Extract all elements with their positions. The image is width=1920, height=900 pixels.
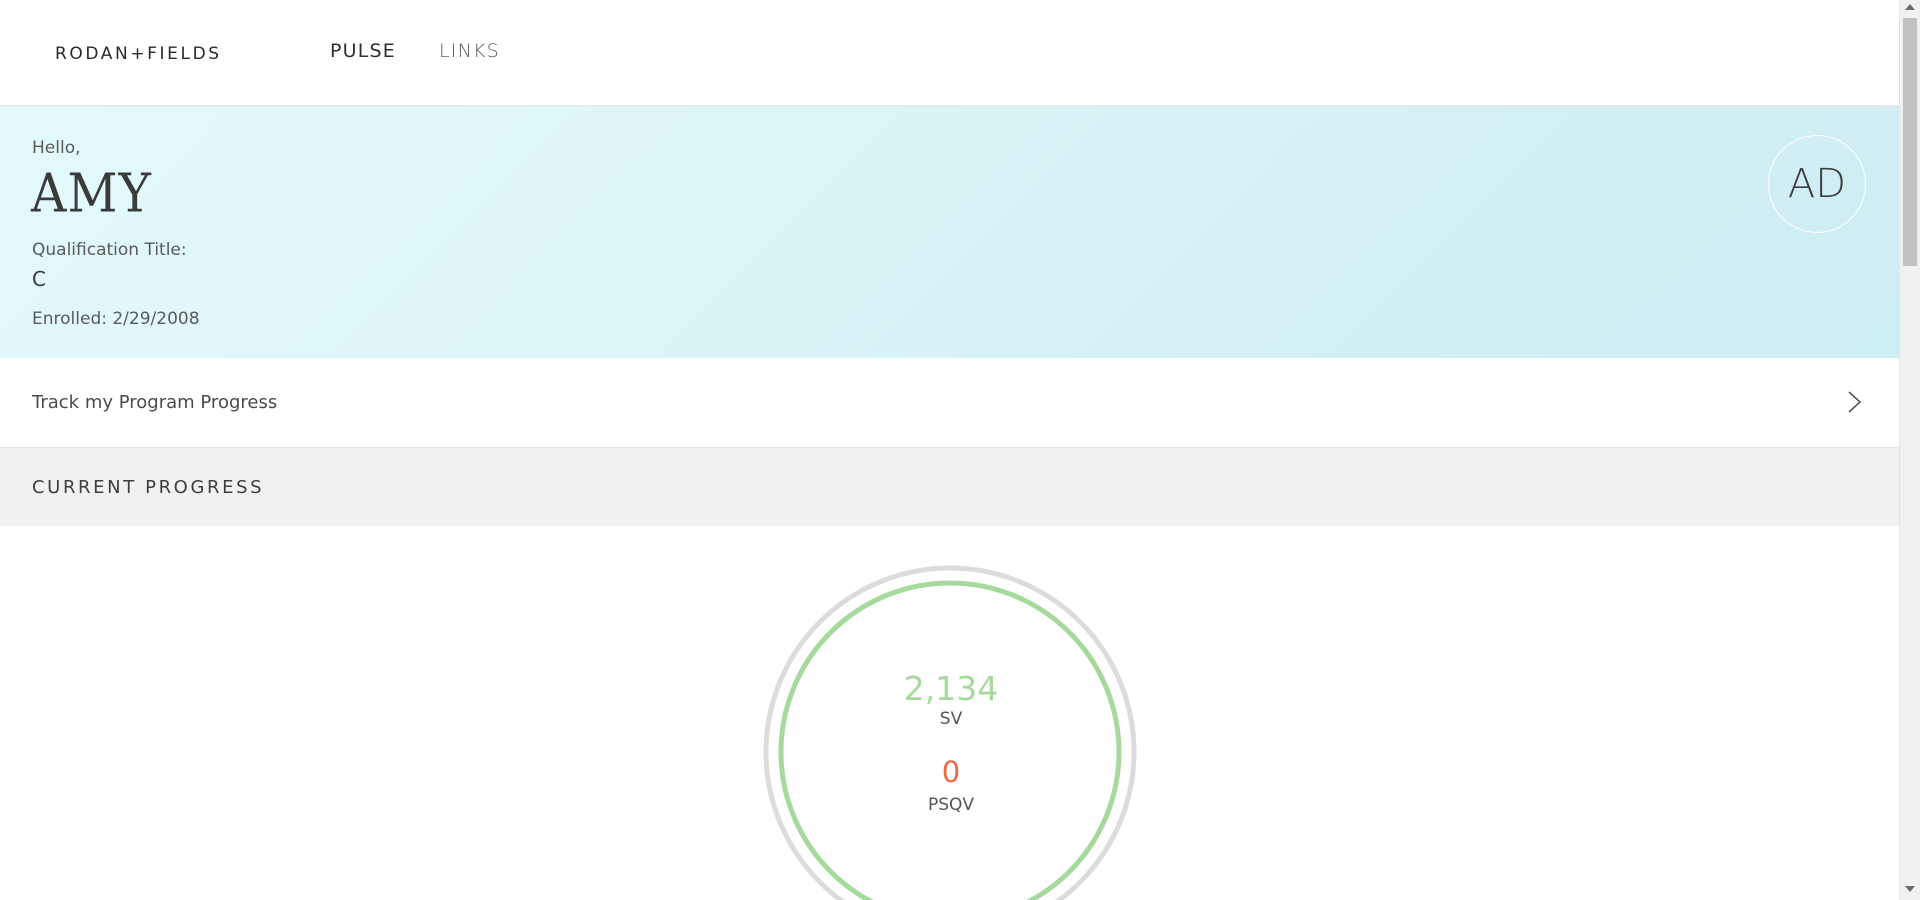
greeting-text: Hello, — [32, 138, 81, 158]
track-program-progress-link[interactable]: Track my Program Progress — [0, 358, 1899, 448]
progress-ring-track — [763, 565, 1137, 900]
qualification-title-value: C — [32, 267, 46, 291]
user-name: AMY — [31, 163, 152, 225]
scroll-down-arrow-icon[interactable] — [1905, 886, 1915, 892]
current-progress-header: CURRENT PROGRESS — [0, 448, 1899, 526]
psqv-value: 0 — [941, 755, 961, 789]
main-content: RODAN+FIELDS PULSE LINKS Hello, AMY Qual… — [0, 0, 1899, 900]
avatar[interactable]: AD — [1768, 135, 1866, 233]
nav-item-pulse[interactable]: PULSE — [330, 40, 396, 62]
brand-logo[interactable]: RODAN+FIELDS — [55, 44, 222, 64]
profile-hero-banner: Hello, AMY Qualification Title: C Enroll… — [0, 107, 1899, 358]
current-progress-title: CURRENT PROGRESS — [32, 477, 265, 498]
top-navigation-bar: RODAN+FIELDS PULSE LINKS — [0, 0, 1899, 107]
progress-ring-sv-arc — [778, 580, 1122, 900]
sv-value: 2,134 — [903, 669, 999, 708]
psqv-label: PSQV — [927, 795, 975, 815]
page: RODAN+FIELDS PULSE LINKS Hello, AMY Qual… — [0, 0, 1920, 900]
sv-label: SV — [939, 709, 963, 729]
avatar-initials: AD — [1787, 161, 1847, 207]
nav-item-links[interactable]: LINKS — [439, 40, 500, 62]
current-progress-panel: 2,134 SV 0 PSQV — [0, 526, 1899, 900]
progress-ring — [763, 565, 1137, 900]
qualification-title-label: Qualification Title: — [32, 240, 187, 260]
enrolled-date: Enrolled: 2/29/2008 — [32, 309, 200, 329]
scroll-up-arrow-icon[interactable] — [1905, 4, 1915, 10]
vertical-scrollbar[interactable] — [1899, 0, 1920, 900]
chevron-right-icon — [1848, 391, 1862, 413]
scrollbar-thumb[interactable] — [1903, 18, 1917, 266]
track-program-progress-label: Track my Program Progress — [32, 392, 278, 413]
